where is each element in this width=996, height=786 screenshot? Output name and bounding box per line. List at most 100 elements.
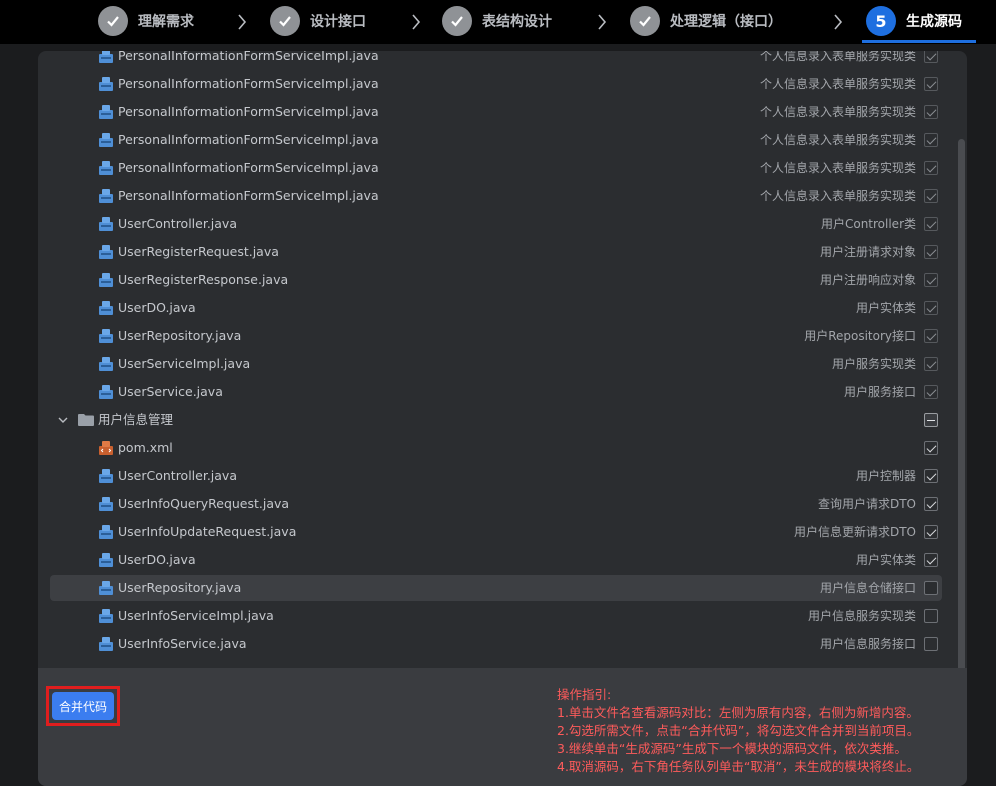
file-row[interactable]: UserDO.java 用户实体类	[50, 295, 942, 321]
check-icon	[270, 6, 300, 36]
file-row[interactable]: UserRegisterResponse.java 用户注册响应对象	[50, 267, 942, 293]
file-name[interactable]: PersonalInformationFormServiceImpl.java	[118, 51, 379, 69]
file-name[interactable]: PersonalInformationFormServiceImpl.java	[118, 155, 379, 181]
file-tree: PersonalInformationFormServiceImpl.java 个…	[38, 51, 955, 668]
file-name[interactable]: UserRegisterResponse.java	[118, 267, 288, 293]
file-checkbox[interactable]	[924, 273, 938, 287]
file-name[interactable]: pom.xml	[118, 435, 173, 461]
file-row[interactable]: UserDO.java 用户实体类	[50, 547, 942, 573]
file-name[interactable]: UserInfoUpdateRequest.java	[118, 519, 296, 545]
file-row[interactable]: UserInfoService.java 用户信息服务接口	[50, 631, 942, 657]
file-name[interactable]: UserController.java	[118, 211, 237, 237]
step-label: 设计接口	[310, 14, 366, 30]
merge-code-button[interactable]: 合并代码	[52, 692, 114, 720]
file-name[interactable]: UserRepository.java	[118, 575, 241, 601]
file-checkbox[interactable]	[924, 497, 938, 511]
file-description: 用户注册请求对象	[819, 245, 916, 259]
file-checkbox[interactable]	[924, 469, 938, 483]
file-row[interactable]: UserInfoUpdateRequest.java 用户信息更新请求DTO	[50, 519, 942, 545]
chevron-right-icon	[412, 14, 421, 30]
file-name[interactable]: UserRepository.java	[118, 323, 241, 349]
file-name[interactable]: PersonalInformationFormServiceImpl.java	[118, 127, 379, 153]
file-row[interactable]: UserInfoServiceImpl.java 用户信息服务实现类	[50, 603, 942, 629]
file-description: 查询用户请求DTO	[817, 497, 916, 511]
file-row[interactable]: UserInfoQueryRequest.java 查询用户请求DTO	[50, 491, 942, 517]
file-row[interactable]: PersonalInformationFormServiceImpl.java 个…	[50, 183, 942, 209]
java-file-icon	[98, 580, 114, 596]
file-checkbox[interactable]	[924, 329, 938, 343]
file-checkbox[interactable]	[924, 357, 938, 371]
file-row[interactable]: PersonalInformationFormServiceImpl.java 个…	[50, 127, 942, 153]
file-row[interactable]: UserController.java 用户Controller类	[50, 211, 942, 237]
file-checkbox[interactable]	[924, 189, 938, 203]
chevron-down-icon[interactable]	[58, 416, 68, 424]
chevron-right-icon	[834, 14, 843, 30]
file-checkbox[interactable]	[924, 553, 938, 567]
step-3[interactable]: 表结构设计	[442, 6, 552, 36]
file-row[interactable]: UserRepository.java 用户Repository接口	[50, 323, 942, 349]
file-name[interactable]: UserInfoQueryRequest.java	[118, 491, 289, 517]
file-row[interactable]: UserRegisterRequest.java 用户注册请求对象	[50, 239, 942, 265]
java-file-icon	[98, 524, 114, 540]
scrollbar[interactable]	[958, 139, 965, 674]
file-name[interactable]: PersonalInformationFormServiceImpl.java	[118, 71, 379, 97]
file-name[interactable]: UserService.java	[118, 379, 223, 405]
file-description: 用户Controller类	[820, 217, 916, 231]
file-description: 用户信息更新请求DTO	[793, 525, 916, 539]
file-row[interactable]: UserRepository.java 用户信息仓储接口	[50, 575, 942, 601]
file-checkbox[interactable]	[924, 105, 938, 119]
file-name[interactable]: PersonalInformationFormServiceImpl.java	[118, 99, 379, 125]
file-description: 个人信息录入表单服务实现类	[759, 161, 916, 175]
java-file-icon	[98, 636, 114, 652]
file-row[interactable]: UserController.java 用户控制器	[50, 463, 942, 489]
file-row[interactable]: PersonalInformationFormServiceImpl.java 个…	[50, 155, 942, 181]
java-file-icon	[98, 188, 114, 204]
file-name[interactable]: UserInfoServiceImpl.java	[118, 603, 274, 629]
file-checkbox[interactable]	[924, 581, 938, 595]
file-row[interactable]: PersonalInformationFormServiceImpl.java 个…	[50, 51, 942, 69]
file-checkbox[interactable]	[924, 385, 938, 399]
folder-row[interactable]: 用户信息管理	[50, 407, 942, 433]
guide-line: 1.单击文件名查看源码对比：左侧为原有内容，右侧为新增内容。	[557, 705, 919, 720]
step-5[interactable]: 5 生成源码	[866, 6, 962, 36]
file-checkbox[interactable]	[924, 77, 938, 91]
file-checkbox[interactable]	[924, 525, 938, 539]
folder-checkbox[interactable]	[924, 413, 938, 427]
file-description: 用户服务接口	[843, 385, 916, 399]
file-row[interactable]: PersonalInformationFormServiceImpl.java 个…	[50, 99, 942, 125]
step-4[interactable]: 处理逻辑（接口）	[630, 6, 782, 36]
file-name[interactable]: UserServiceImpl.java	[118, 351, 250, 377]
folder-name[interactable]: 用户信息管理	[98, 407, 173, 433]
file-checkbox[interactable]	[924, 133, 938, 147]
file-row[interactable]: UserServiceImpl.java 用户服务实现类	[50, 351, 942, 377]
step-2[interactable]: 设计接口	[270, 6, 366, 36]
file-description: 用户服务实现类	[831, 357, 916, 371]
file-description: 用户信息服务实现类	[807, 609, 916, 623]
file-row[interactable]: UserService.java 用户服务接口	[50, 379, 942, 405]
file-row[interactable]: pom.xml	[50, 435, 942, 461]
file-name[interactable]: UserRegisterRequest.java	[118, 239, 279, 265]
file-checkbox[interactable]	[924, 609, 938, 623]
file-checkbox[interactable]	[924, 301, 938, 315]
file-name[interactable]: UserInfoService.java	[118, 631, 247, 657]
file-description: 用户控制器	[855, 469, 916, 483]
file-checkbox[interactable]	[924, 637, 938, 651]
file-checkbox[interactable]	[924, 245, 938, 259]
file-checkbox[interactable]	[924, 441, 938, 455]
file-name[interactable]: UserDO.java	[118, 295, 196, 321]
file-name[interactable]: UserController.java	[118, 463, 237, 489]
file-name[interactable]: PersonalInformationFormServiceImpl.java	[118, 183, 379, 209]
file-name[interactable]: UserDO.java	[118, 547, 196, 573]
guide-line: 3.继续单击“生成源码”生成下一个模块的源码文件，依次类推。	[557, 741, 907, 756]
file-checkbox[interactable]	[924, 161, 938, 175]
file-checkbox[interactable]	[924, 51, 938, 63]
file-description: 用户信息仓储接口	[819, 581, 916, 595]
step-1[interactable]: 理解需求	[98, 6, 194, 36]
guide-line: 2.勾选所需文件，点击“合并代码”，将勾选文件合并到当前项目。	[557, 723, 920, 738]
file-checkbox[interactable]	[924, 217, 938, 231]
file-row[interactable]: PersonalInformationFormServiceImpl.java 个…	[50, 71, 942, 97]
guide-line: 4.取消源码，右下角任务队列单击“取消”，未生成的模块将终止。	[557, 759, 920, 774]
check-icon	[630, 6, 660, 36]
file-description: 用户Repository接口	[804, 329, 916, 343]
java-file-icon	[98, 608, 114, 624]
